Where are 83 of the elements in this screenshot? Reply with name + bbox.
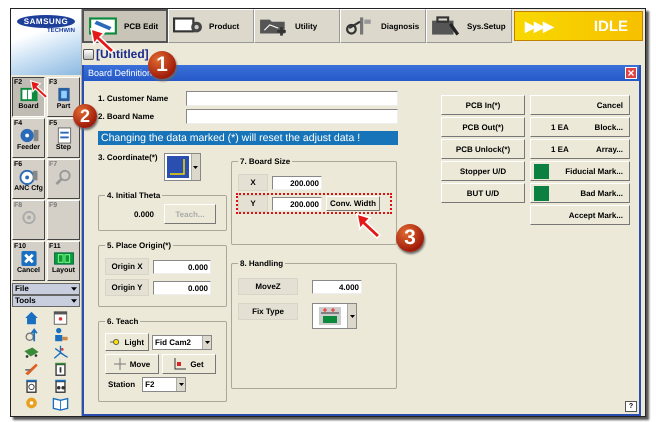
disc-icon [18,168,40,185]
input-field[interactable]: 0.000 [153,280,211,294]
axes-icon [166,156,189,178]
board-icon [52,250,74,267]
field-label: Origin Y [105,279,149,296]
caret-icon [71,299,77,303]
toolbar-tab[interactable]: PCB Edit [82,9,168,43]
field-label: Y [238,195,268,212]
move-cross-icon [114,358,126,370]
caret-icon [350,314,354,318]
action-button[interactable]: Stopper U/D [441,161,525,181]
axes-icon [174,358,186,370]
upload-icon[interactable] [23,327,40,343]
fixture-icon [319,307,341,325]
axes-icon[interactable] [52,344,69,360]
group-title: 5. Place Origin(*) [106,241,172,250]
case-wrench-icon [431,15,461,37]
camera-dropdown[interactable]: Fid Cam2 [152,334,212,350]
action-button[interactable]: 1 EA Block... [530,117,630,137]
input-field[interactable] [186,108,398,124]
get-button[interactable]: Get [162,354,216,374]
menu-header[interactable]: File [12,283,80,295]
home-icon[interactable] [23,310,40,326]
warning-banner: Changing the data marked (*) will reset the adjust data ! [98,131,398,145]
calendar-icon[interactable] [52,310,69,326]
pointer-arrow [30,80,49,99]
conv-width-button[interactable]: Conv. Width [326,196,380,211]
brand-logo: SAMSUNG [16,15,76,28]
toolbar-tab[interactable]: Diagnosis [340,9,426,43]
caret-icon [204,340,210,344]
action-button[interactable]: Cancel [530,95,630,115]
group-title: 7. Board Size [239,157,292,166]
station-dropdown[interactable]: F2 [142,377,186,392]
input-field[interactable]: 4.000 [312,280,362,294]
toolbar-tab[interactable]: Sys.Setup [426,9,512,43]
book-icon[interactable] [52,395,69,411]
action-button[interactable]: Accept Mark... [530,205,630,225]
caret-icon [193,166,198,168]
pen-icon[interactable] [23,361,40,377]
theta-value: 0.000 [134,210,154,218]
action-button[interactable]: 1 EA Array... [530,139,630,159]
input-field[interactable]: 0.000 [153,260,211,274]
input-field[interactable]: 200.000 [272,196,322,210]
person-icon[interactable] [52,327,69,343]
toolbar-tab[interactable]: Product [168,9,254,43]
field-label: X [238,174,268,191]
field-label: 3. Coordinate(*) [98,153,158,162]
caret-icon [178,383,184,386]
action-button[interactable]: PCB In(*) [441,95,525,115]
coordinate-dropdown[interactable] [164,153,201,181]
pointer-arrow [356,213,382,239]
action-button[interactable]: BUT U/D [441,183,525,203]
group-title: 8. Handling [239,259,284,268]
caret-icon [71,287,77,291]
field-label: MoveZ [238,278,298,295]
field-label: Fix Type [238,303,298,320]
trash-icon[interactable] [52,361,69,377]
group-title: 4. Initial Theta [106,191,162,200]
close-icon[interactable] [625,67,637,79]
field-label: 2. Board Name [98,112,156,120]
trash-icon[interactable] [52,378,69,394]
action-button[interactable]: PCB Unlock(*) [441,139,525,159]
group-title: 6. Teach [106,317,140,326]
input-field[interactable]: 200.000 [272,176,322,190]
input-field[interactable] [186,90,398,106]
field-label: 1. Customer Name [98,94,170,102]
document-title: [Untitled] [96,47,149,61]
toolbar-tab[interactable]: Utility [254,9,340,43]
document-icon [83,48,94,60]
status-banner: ▶▶▶ IDLE [514,11,643,41]
action-button[interactable]: PCB Out(*) [441,117,525,137]
trash-icon[interactable] [23,378,40,394]
menu-header[interactable]: Tools [12,295,80,307]
reel-icon [18,127,40,144]
action-button[interactable]: Bad Mark... [530,183,630,203]
light-button[interactable]: Light [105,333,149,351]
board-icon [18,86,40,103]
lamp-icon [110,338,120,346]
action-button[interactable]: Fiducial Mark... [530,161,630,181]
move-button[interactable]: Move [105,354,159,374]
field-label: Station [107,380,136,389]
field-label: Origin X [105,258,149,275]
fix-type-dropdown[interactable] [312,303,357,329]
